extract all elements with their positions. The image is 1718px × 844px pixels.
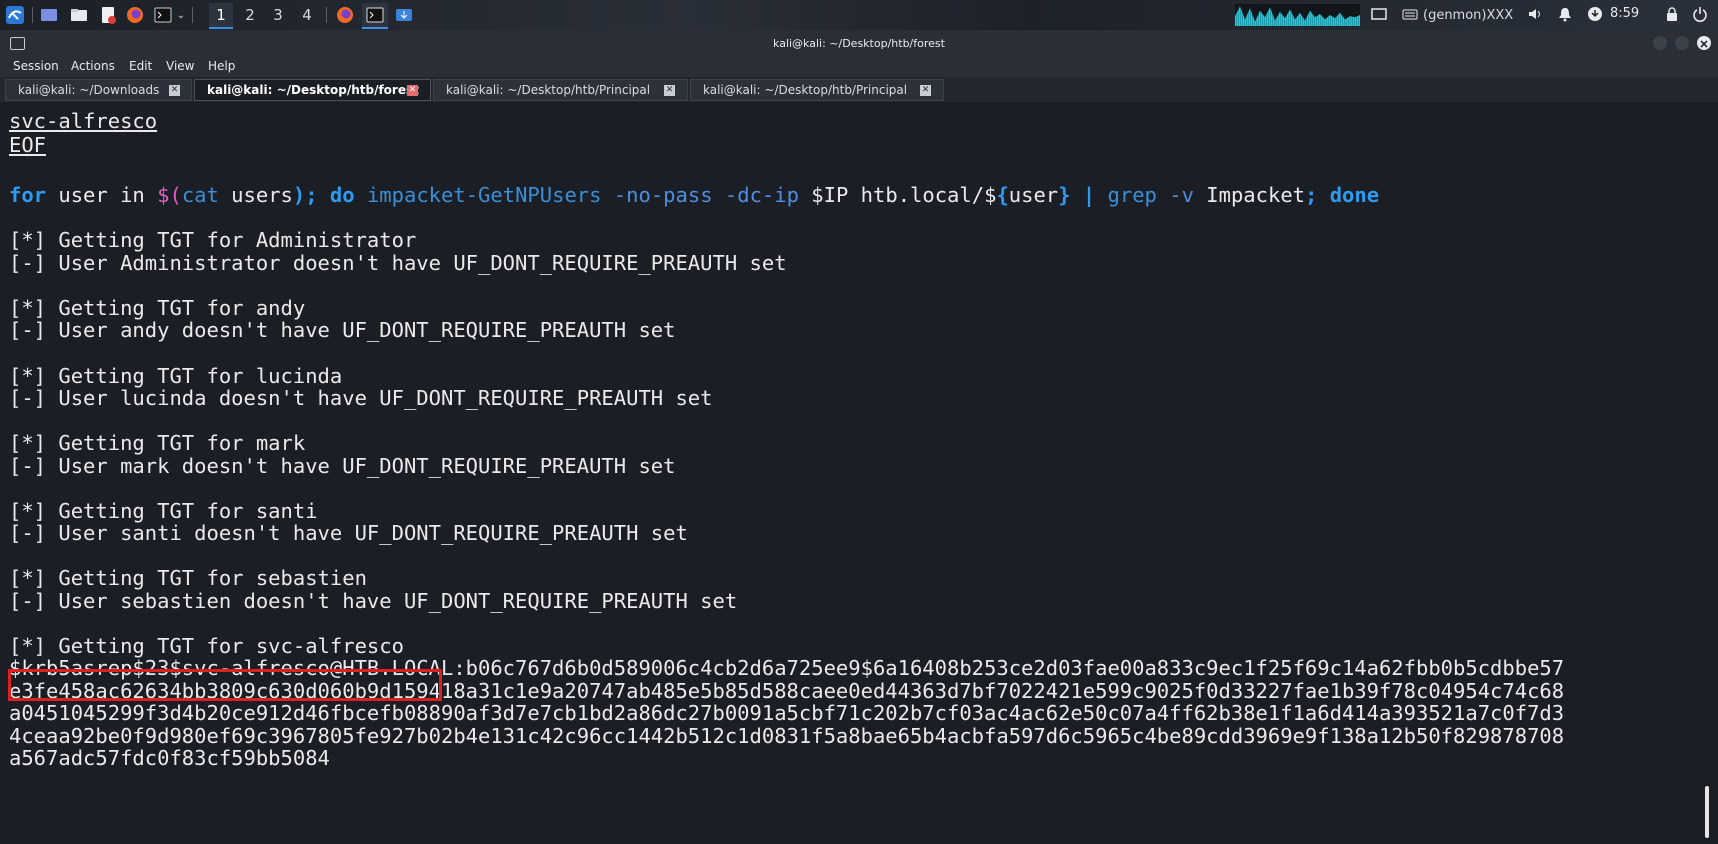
menu-view[interactable]: View bbox=[166, 59, 194, 73]
terminal-line: [-] User sebastien doesn't have UF_DONT_… bbox=[9, 589, 738, 613]
tab-label: kali@kali: ~/Desktop/htb/Principal bbox=[703, 83, 908, 97]
window-switcher-icon[interactable] bbox=[1371, 6, 1387, 22]
cmd-options: -v bbox=[1156, 183, 1207, 207]
tab-principal-1[interactable]: kali@kali: ~/Desktop/htb/Principal ✕ bbox=[433, 79, 688, 101]
close-button[interactable] bbox=[1697, 36, 1711, 50]
cmd-brace: } bbox=[1058, 183, 1071, 207]
workspace-3[interactable]: 3 bbox=[266, 3, 290, 27]
menu-edit[interactable]: Edit bbox=[129, 59, 152, 73]
cpu-graph bbox=[1235, 4, 1360, 26]
terminal-line: [*] Getting TGT for sebastien bbox=[9, 566, 367, 590]
file-manager-icon[interactable] bbox=[68, 3, 90, 27]
terminal-line: [-] User lucinda doesn't have UF_DONT_RE… bbox=[9, 386, 713, 410]
menu-help[interactable]: Help bbox=[208, 59, 235, 73]
workspace-4[interactable]: 4 bbox=[295, 3, 319, 27]
cmd-semicolon: ; bbox=[1305, 183, 1318, 207]
highlight-box bbox=[8, 669, 442, 701]
panel-separator bbox=[326, 7, 327, 23]
genmon-label: (genmon)XXX bbox=[1423, 7, 1514, 23]
cmd-text: users bbox=[218, 183, 293, 207]
terminal-line: EOF bbox=[9, 133, 47, 157]
terminal-launcher-icon[interactable] bbox=[152, 3, 174, 27]
terminal-line: [-] User andy doesn't have UF_DONT_REQUI… bbox=[9, 318, 676, 342]
workspace-2[interactable]: 2 bbox=[238, 3, 262, 27]
keyword-for: for bbox=[9, 183, 47, 207]
tab-forest[interactable]: kali@kali: ~/Desktop/htb/forest ✕ bbox=[194, 79, 431, 101]
taskbar-downloads-icon[interactable] bbox=[392, 3, 416, 27]
cmd-cat: cat bbox=[181, 183, 219, 207]
tab-label: kali@kali: ~/Downloads bbox=[18, 83, 160, 97]
cmd-pipe: | bbox=[1070, 183, 1108, 207]
terminal-line: [*] Getting TGT for andy bbox=[9, 296, 306, 320]
workspace-1[interactable]: 1 bbox=[209, 3, 233, 29]
cmd-brace: { bbox=[996, 183, 1009, 207]
cmd-options: -no-pass -dc-ip bbox=[601, 183, 812, 207]
terminal-line: [-] User Administrator doesn't have UF_D… bbox=[9, 251, 787, 275]
tab-label: kali@kali: ~/Desktop/htb/forest bbox=[207, 83, 419, 97]
firefox-icon[interactable] bbox=[124, 3, 146, 27]
cmd-tool: impacket-GetNPUsers bbox=[366, 183, 602, 207]
tab-principal-2[interactable]: kali@kali: ~/Desktop/htb/Principal ✕ bbox=[690, 79, 944, 101]
window-title: kali@kali: ~/Desktop/htb/forest bbox=[773, 37, 945, 50]
tab-close-button[interactable]: ✕ bbox=[169, 85, 180, 96]
notification-bell-icon[interactable] bbox=[1557, 6, 1573, 22]
taskbar-firefox-icon[interactable] bbox=[333, 3, 357, 27]
menu-bar: Session Actions Edit View Help bbox=[0, 57, 1718, 77]
cmd-text: $IP htb.local/$ bbox=[811, 183, 997, 207]
update-icon[interactable] bbox=[1587, 6, 1603, 22]
scrollbar-thumb[interactable] bbox=[1705, 786, 1709, 838]
terminal-line: [-] User santi doesn't have UF_DONT_REQU… bbox=[9, 521, 688, 545]
cmd-text: user in bbox=[46, 183, 158, 207]
terminal-output[interactable]: svc-alfresco EOF for user in $(cat users… bbox=[0, 102, 1718, 844]
volume-icon[interactable] bbox=[1527, 6, 1543, 22]
terminal-line: [*] Getting TGT for santi bbox=[9, 499, 318, 523]
command-line: for user in $(cat users); do impacket-Ge… bbox=[9, 183, 1379, 207]
keyword-do: do bbox=[317, 183, 367, 207]
tab-downloads[interactable]: kali@kali: ~/Downloads ✕ bbox=[5, 79, 192, 101]
hash-line: a567adc57fdc0f83cf59bb5084 bbox=[9, 746, 330, 770]
terminal-line: [*] Getting TGT for mark bbox=[9, 431, 306, 455]
chevron-down-icon[interactable]: ⌄ bbox=[175, 3, 187, 27]
menu-actions[interactable]: Actions bbox=[71, 59, 115, 73]
keyword-done: done bbox=[1317, 183, 1380, 207]
terminal-line: [*] Getting TGT for svc-alfresco bbox=[9, 634, 404, 658]
hash-line: a0451045299f3d4b20ce912d46fbcefb08890af3… bbox=[9, 701, 1565, 725]
terminal-line: [-] User mark doesn't have UF_DONT_REQUI… bbox=[9, 454, 676, 478]
tab-close-button[interactable]: ✕ bbox=[664, 85, 675, 96]
cmd-subshell-close: ); bbox=[292, 183, 318, 207]
cmd-grep: grep bbox=[1107, 183, 1157, 207]
top-panel: ⌄ 1 2 3 4 (genmon)XXX 8:59 bbox=[0, 0, 1718, 30]
terminal-line: [*] Getting TGT for lucinda bbox=[9, 364, 343, 388]
cmd-subshell-open: $( bbox=[157, 183, 182, 207]
cmd-text: Impacket bbox=[1206, 183, 1306, 207]
minimize-button[interactable] bbox=[1653, 36, 1667, 50]
terminal-line: svc-alfresco bbox=[9, 109, 158, 133]
maximize-button[interactable] bbox=[1675, 36, 1689, 50]
panel-separator bbox=[32, 7, 33, 23]
terminal-line: [*] Getting TGT for Administrator bbox=[9, 228, 417, 252]
power-icon[interactable] bbox=[1692, 6, 1708, 22]
text-editor-icon[interactable] bbox=[97, 3, 119, 27]
menu-session[interactable]: Session bbox=[13, 59, 59, 73]
panel-separator bbox=[192, 7, 193, 23]
tab-close-button[interactable]: ✕ bbox=[407, 85, 418, 96]
hash-line: 4ceaa92be0f9d980ef69c3967805fe927b02b4e1… bbox=[9, 724, 1565, 748]
cmd-variable: user bbox=[1008, 183, 1059, 207]
tab-close-button[interactable]: ✕ bbox=[920, 85, 931, 96]
tab-bar: kali@kali: ~/Downloads ✕ kali@kali: ~/De… bbox=[0, 77, 1718, 102]
keyboard-icon bbox=[1402, 6, 1418, 22]
taskbar-terminal-icon[interactable] bbox=[362, 3, 388, 29]
window-titlebar[interactable]: kali@kali: ~/Desktop/htb/forest bbox=[0, 30, 1718, 57]
lock-icon[interactable] bbox=[1664, 6, 1680, 22]
clock[interactable]: 8:59 bbox=[1610, 6, 1639, 21]
show-desktop-icon[interactable] bbox=[38, 3, 60, 27]
kali-menu-icon[interactable] bbox=[3, 3, 27, 27]
tab-label: kali@kali: ~/Desktop/htb/Principal bbox=[446, 83, 651, 97]
